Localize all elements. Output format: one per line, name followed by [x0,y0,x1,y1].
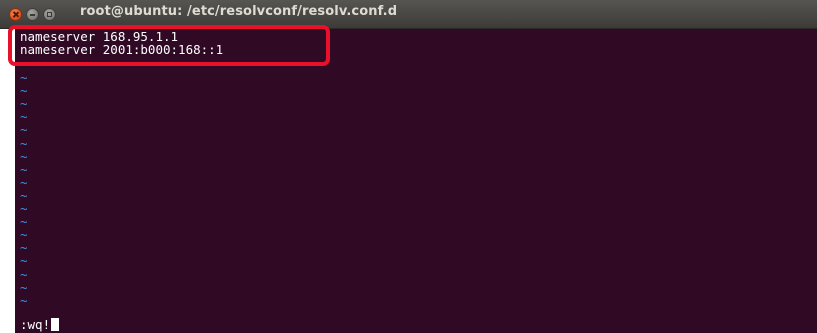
command-text: :wq! [20,317,51,332]
empty-line-tilde: ~ [20,240,28,256]
empty-line-tilde: ~ [20,253,28,269]
empty-line-tilde: ~ [20,279,28,295]
vim-command-line[interactable]: :wq! [20,317,60,332]
text-cursor [51,318,60,331]
empty-line-tilde: ~ [20,135,28,151]
terminal-body[interactable]: nameserver 168.95.1.1 nameserver 2001:b0… [15,29,817,333]
empty-line-tilde: ~ [20,122,28,138]
file-line-2: nameserver 2001:b000:168::1 [20,42,224,57]
terminal-window: root@ubuntu: /etc/resolvconf/resolv.conf… [0,0,817,333]
empty-line-tilde: ~ [20,83,28,99]
empty-line-tilde: ~ [20,266,28,282]
empty-line-tilde: ~ [20,148,28,164]
empty-line-tilde: ~ [20,227,28,243]
empty-line-tilde: ~ [20,109,28,125]
close-icon[interactable] [9,8,22,21]
title-bar[interactable]: root@ubuntu: /etc/resolvconf/resolv.conf… [0,0,817,29]
empty-line-tilde: ~ [20,187,28,203]
empty-line-tilde: ~ [20,292,28,308]
empty-line-tilde: ~ [20,161,28,177]
empty-line-tilde: ~ [20,174,28,190]
window-title: root@ubuntu: /etc/resolvconf/resolv.conf… [80,4,398,19]
empty-line-tilde: ~ [20,96,28,112]
empty-line-tilde: ~ [20,70,28,85]
maximize-icon[interactable] [43,8,56,21]
empty-line-tilde: ~ [20,214,28,230]
empty-line-tilde: ~ [20,201,28,216]
minimize-icon[interactable] [26,8,39,21]
